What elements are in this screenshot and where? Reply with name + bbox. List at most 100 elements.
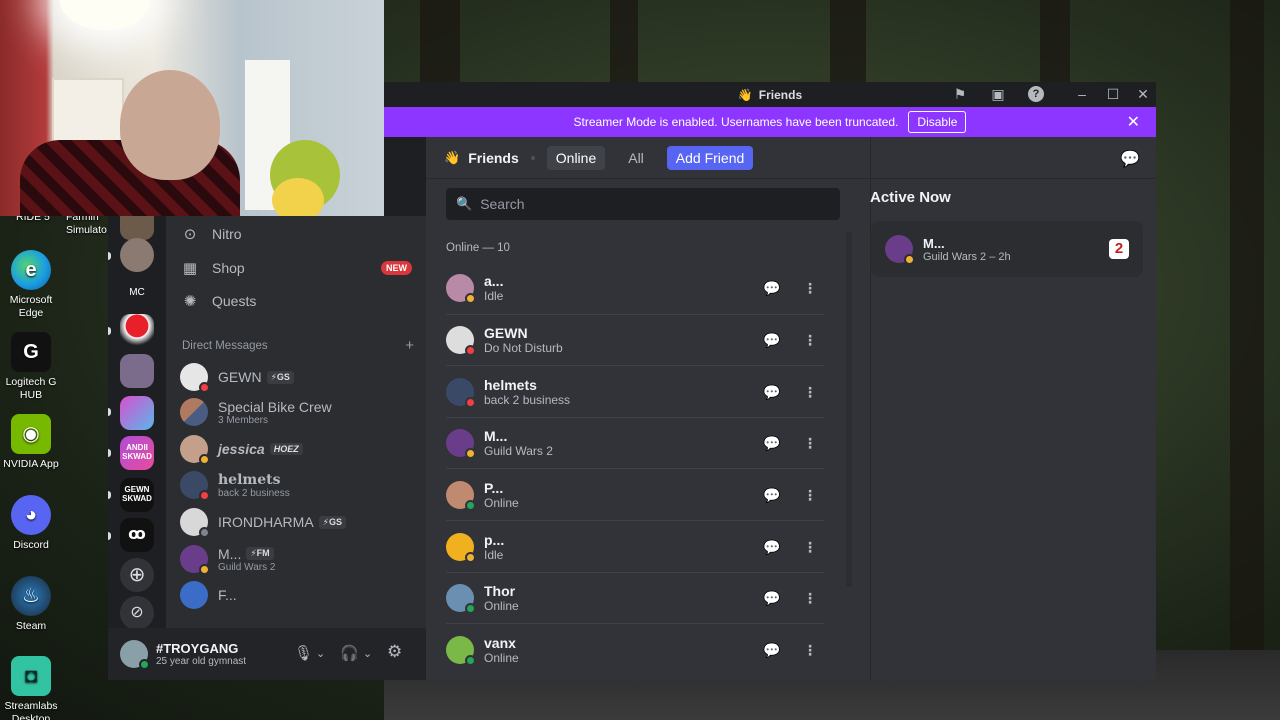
dm-header-label: Direct Messages [182,340,268,352]
friend-name: a... [484,273,504,289]
friend-row[interactable]: helmets back 2 business 💬 ⋮ [446,365,824,417]
group-avatar [180,398,208,426]
server-icon[interactable] [120,238,154,272]
dm-name: GEWN ⚡GS [218,369,294,385]
friend-row[interactable]: vanx Online 💬 ⋮ [446,623,824,675]
add-friend-button[interactable]: Add Friend [666,145,754,170]
tree-trunk [1230,0,1264,720]
server-tag: HOEZ [269,443,303,455]
more-options-icon[interactable]: ⋮ [796,533,824,561]
more-options-icon[interactable]: ⋮ [796,430,824,458]
friend-row[interactable]: Thor Online 💬 ⋮ [446,571,824,624]
plush-toy [272,178,324,216]
friends-scrollbar[interactable] [846,232,852,587]
message-icon[interactable]: 💬 [758,274,786,302]
dm-item[interactable]: F... [180,578,412,612]
friend-row[interactable]: p... Idle 💬 ⋮ [446,520,824,572]
friend-status: Idle [484,547,504,562]
microphone-icon[interactable]: 🎙 [294,644,313,662]
chevron-down-icon[interactable]: ⌄ [363,647,372,660]
message-icon[interactable]: 💬 [758,327,786,355]
friend-name: helmets [484,376,537,393]
dm-item[interactable]: IRONDHARMA ⚡GS [180,505,412,539]
avatar [446,532,476,563]
friend-status: back 2 business [484,392,571,407]
server-icon[interactable]: ꝏ [120,518,154,552]
friend-row[interactable]: P... Online 💬 ⋮ [446,468,824,520]
edge-icon: e [11,250,51,290]
avatar [180,471,210,501]
more-options-icon[interactable]: ⋮ [796,327,824,355]
friends-search[interactable]: 🔍 [446,188,840,220]
more-options-icon[interactable]: ⋮ [796,636,824,664]
avatar [446,584,476,615]
message-icon[interactable]: 💬 [758,533,786,561]
message-icon[interactable]: 💬 [758,585,786,613]
headphones-icon[interactable]: 🎧 [340,644,359,662]
dm-item[interactable]: M... ⚡FM Guild Wars 2 [180,542,412,576]
desktop-shortcut-streamlabs[interactable]: ◘ Streamlabs Desktop [2,656,60,720]
avatar [885,235,915,265]
user-panel[interactable]: #TROYGANG 25 year old gymnast 🎙 ⌄ 🎧 ⌄ ⚙ [108,628,426,680]
friend-row[interactable]: M... Guild Wars 2 💬 ⋮ [446,416,824,469]
status-idle-indicator [199,454,210,465]
server-tag: ⚡FM [246,547,274,560]
nav-label: Nitro [212,226,242,242]
add-server-button[interactable]: ⊕ [120,558,154,592]
dm-item[interactable]: jessica HOEZ [180,432,412,466]
active-now-card[interactable]: M... Guild Wars 2 – 2h 2 [871,221,1143,277]
desktop-shortcut-edge[interactable]: e Microsoft Edge [2,250,60,320]
banner-close-icon[interactable]: ✕ [1127,112,1140,132]
tab-online[interactable]: Online [546,145,606,170]
message-icon[interactable]: 💬 [758,481,786,509]
server-icon[interactable]: MC [120,276,154,310]
desktop-shortcut-steam[interactable]: ♨ Steam [2,576,60,633]
dm-item[interactable]: helmets back 2 business [180,468,412,502]
minimize-icon[interactable]: – [1074,86,1090,102]
inbox-icon[interactable]: ▣ [990,86,1006,102]
message-icon[interactable]: 💬 [758,636,786,664]
server-icon[interactable] [120,314,154,348]
search-input[interactable] [480,196,821,212]
active-user-name: M... [923,235,945,251]
message-icon[interactable]: 💬 [758,378,786,406]
friend-status: Idle [484,289,504,303]
help-icon[interactable]: ? [1028,86,1044,102]
title-bar[interactable]: 👋 Friends ⚑ ▣ ? – ☐ ✕ [384,82,1156,107]
desktop-shortcut-logitech[interactable]: G Logitech G HUB [2,332,60,402]
message-icon[interactable]: 💬 [758,430,786,458]
dm-item[interactable]: Special Bike Crew 3 Members [180,395,412,429]
server-icon[interactable]: GEWN SKWAD [120,478,154,512]
scrollbar-thumb[interactable] [846,232,852,587]
disable-streamer-mode-button[interactable]: Disable [908,111,967,133]
server-icon[interactable] [120,396,154,430]
maximize-icon[interactable]: ☐ [1105,86,1121,102]
desktop-shortcut-nvidia[interactable]: ◉ NVIDIA App [2,414,60,471]
close-icon[interactable]: ✕ [1135,86,1151,102]
desktop-shortcut-discord[interactable]: ◕ Discord [2,495,60,552]
status-online-indicator [465,603,476,615]
server-unread-indicator [108,327,111,335]
tab-all[interactable]: All [619,146,653,170]
more-options-icon[interactable]: ⋮ [796,481,824,509]
nav-quests[interactable]: ✺ Quests [180,286,412,316]
friend-row[interactable]: GEWN Do Not Disturb 💬 ⋮ [446,313,824,366]
webcam-overlay [0,0,384,216]
create-dm-icon[interactable]: + [405,338,414,353]
chevron-down-icon[interactable]: ⌄ [316,647,325,660]
more-options-icon[interactable]: ⋮ [796,585,824,613]
more-options-icon[interactable]: ⋮ [796,378,824,406]
header-divider-dot [530,155,535,160]
settings-gear-icon[interactable]: ⚙ [387,642,402,662]
flag-icon[interactable]: ⚑ [952,86,968,102]
friend-row[interactable]: a... Idle 💬 ⋮ [446,262,824,314]
server-icon[interactable]: ANDII SKWAD [120,436,154,470]
nav-shop[interactable]: ▦ Shop NEW [180,253,412,283]
nav-nitro[interactable]: ⊙ Nitro [180,219,412,249]
dm-item[interactable]: GEWN ⚡GS [180,360,412,394]
friends-title: 👋 Friends [444,149,519,166]
discover-servers-button[interactable]: ⊘ [120,596,154,630]
server-icon[interactable] [120,354,154,388]
more-options-icon[interactable]: ⋮ [796,274,824,302]
status-offline-indicator [199,527,210,538]
